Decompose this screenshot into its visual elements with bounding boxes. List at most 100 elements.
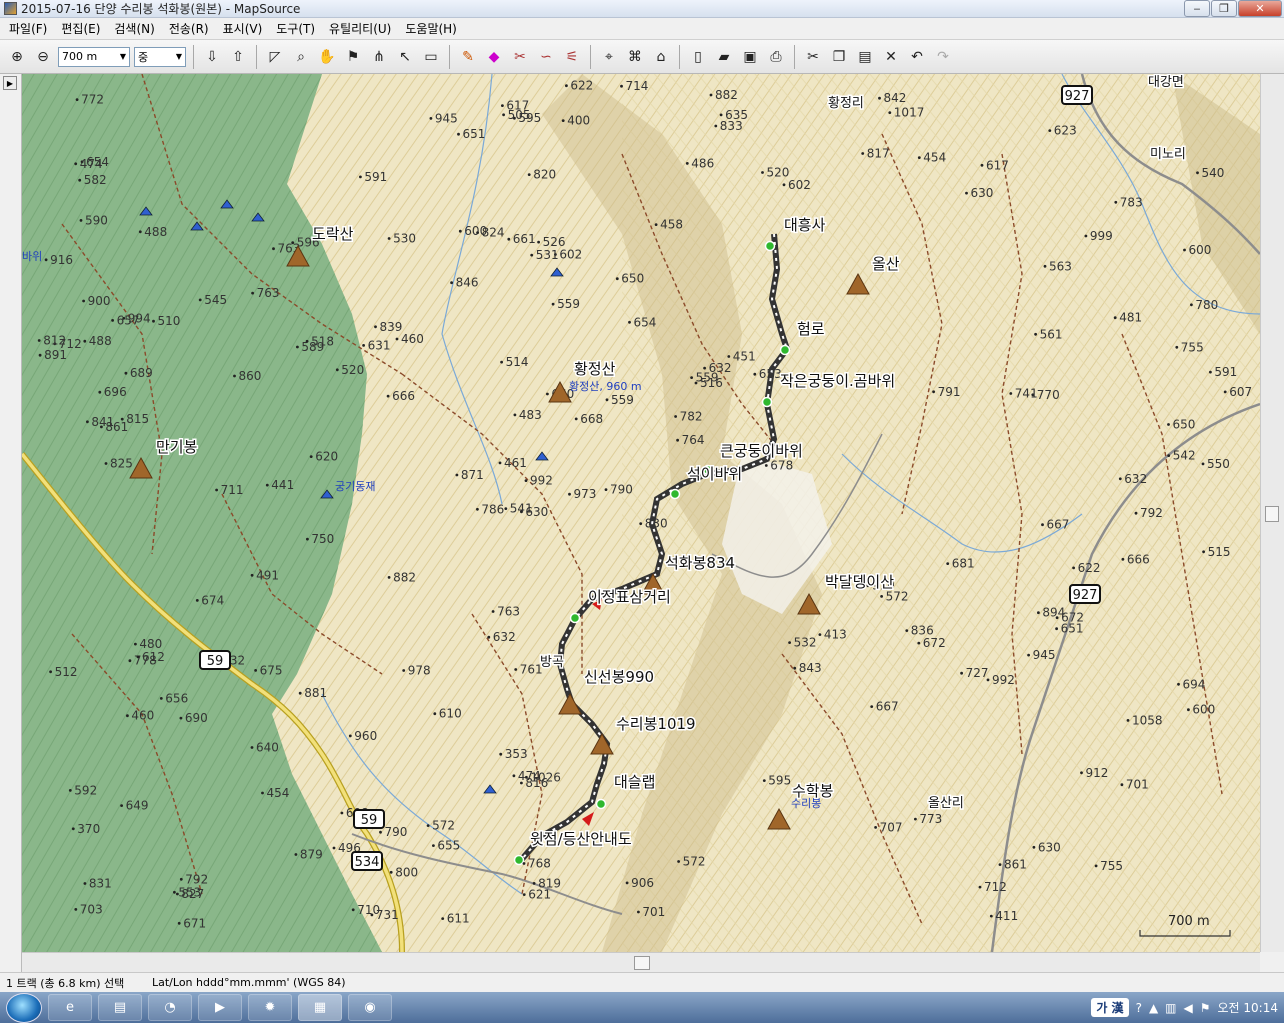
expand-panel-button[interactable]: ▶ xyxy=(3,76,17,90)
topographic-map[interactable]: 7558157837867926616546564603704545265165… xyxy=(22,74,1260,952)
spot-height-dot xyxy=(426,824,430,827)
app-icon[interactable]: ◔ xyxy=(148,994,192,1021)
start-button[interactable] xyxy=(6,992,42,1023)
new-icon[interactable]: ▯ xyxy=(687,46,709,68)
elevation-label: 411 xyxy=(995,909,1018,923)
pointer-icon[interactable]: ↖ xyxy=(394,46,416,68)
elevation-label: 650 xyxy=(1173,418,1196,432)
spot-height-dot xyxy=(359,175,362,179)
find-nearby-icon[interactable]: ⌘ xyxy=(624,46,646,68)
elevation-label: 540 xyxy=(1202,166,1225,180)
delete-icon[interactable]: ✕ xyxy=(880,46,902,68)
map-label-blue: 궁기동재 xyxy=(335,480,375,493)
volume-icon[interactable]: ◀ xyxy=(1184,1001,1193,1015)
elevation-label: 906 xyxy=(631,876,654,890)
menu-utilities[interactable]: 유틸리티(U) xyxy=(322,18,398,40)
menu-transfer[interactable]: 전송(R) xyxy=(162,18,216,40)
elevation-label: 891 xyxy=(44,348,67,362)
elevation-label: 461 xyxy=(504,456,527,470)
elevation-label: 973 xyxy=(574,487,597,501)
route-tool-icon[interactable]: ⋔ xyxy=(368,46,390,68)
receive-from-device-icon[interactable]: ⇩ xyxy=(201,46,223,68)
toolbar-separator xyxy=(590,44,591,69)
zoom-out-icon[interactable]: ⊖ xyxy=(32,46,54,68)
clock[interactable]: 오전 10:14 xyxy=(1218,999,1278,1016)
track-draw-icon[interactable]: ✎ xyxy=(457,46,479,68)
zoom-level-select[interactable]: 700 m ▼ xyxy=(58,46,130,67)
mapsource-icon[interactable]: ▦ xyxy=(298,994,342,1021)
spot-height-dot xyxy=(980,163,984,167)
elevation-label: 694 xyxy=(1183,677,1206,691)
select-icon[interactable]: ◸ xyxy=(264,46,286,68)
waypoint-tool-icon[interactable]: ⚑ xyxy=(342,46,364,68)
menu-file[interactable]: 파일(F) xyxy=(2,18,54,40)
elevation-label: 520 xyxy=(767,166,790,180)
elevation-label: 770 xyxy=(1037,388,1060,402)
menu-search[interactable]: 검색(N) xyxy=(107,18,161,40)
find-icon[interactable]: ⌖ xyxy=(598,46,620,68)
elevation-label: 610 xyxy=(439,707,462,721)
media-icon[interactable]: ▶ xyxy=(198,994,242,1021)
menu-view[interactable]: 표시(V) xyxy=(216,18,270,40)
send-to-device-icon[interactable]: ⇧ xyxy=(227,46,249,68)
vertical-scroll-thumb[interactable] xyxy=(1265,506,1279,522)
menu-edit[interactable]: 편집(E) xyxy=(54,18,107,40)
minimize-button[interactable]: ‒ xyxy=(1184,0,1210,17)
close-button[interactable]: ✕ xyxy=(1238,0,1282,17)
explorer-icon[interactable]: ▤ xyxy=(98,994,142,1021)
scale-label: 700 m xyxy=(1168,914,1210,929)
spot-height-dot xyxy=(917,641,921,645)
map-view[interactable]: 755 815 783 786 792 661 654 656 460 370 454 526 516 5… xyxy=(22,74,1260,952)
spot-height-dot xyxy=(1009,392,1013,395)
eraser-icon[interactable]: ◆ xyxy=(483,46,505,68)
menu-help[interactable]: 도움말(H) xyxy=(398,18,464,40)
elevation-label: 825 xyxy=(110,457,133,471)
zoom-tool-icon[interactable]: ⌕ xyxy=(290,46,312,68)
menu-tools[interactable]: 도구(T) xyxy=(269,18,322,40)
maximize-button[interactable]: ❐ xyxy=(1211,0,1237,17)
window-title: 2015-07-16 단양 수리봉 석화봉(원본) - MapSource xyxy=(21,2,301,16)
network-icon[interactable]: ▥ xyxy=(1165,1001,1176,1015)
zoom-in-icon[interactable]: ⊕ xyxy=(6,46,28,68)
horizontal-scrollbar[interactable] xyxy=(22,952,1260,972)
spot-height-dot xyxy=(98,390,102,394)
spot-height-dot xyxy=(639,522,643,525)
cut-icon[interactable]: ✂ xyxy=(802,46,824,68)
map-label-peak: 도락산 xyxy=(312,225,354,243)
ie-icon[interactable]: e xyxy=(48,994,92,1021)
hand-tool-icon[interactable]: ✋ xyxy=(316,46,338,68)
elevation-label: 655 xyxy=(437,839,460,853)
elevation-label: 812 xyxy=(43,334,66,348)
spot-height-dot xyxy=(512,774,516,778)
vertical-scrollbar[interactable] xyxy=(1260,74,1284,952)
elevation-label: 727 xyxy=(966,666,989,680)
show-hidden-icon[interactable]: ▲ xyxy=(1149,1001,1158,1015)
spot-height-dot xyxy=(395,337,399,341)
viewer-icon[interactable]: ◉ xyxy=(348,994,392,1021)
track-filter-icon[interactable]: ⚟ xyxy=(561,46,583,68)
redo-icon[interactable]: ↷ xyxy=(932,46,954,68)
ime-indicator[interactable]: 가 漢 xyxy=(1091,998,1129,1017)
measure-icon[interactable]: ▭ xyxy=(420,46,442,68)
elevation-label: 612 xyxy=(142,650,165,664)
settings-icon[interactable]: ✹ xyxy=(248,994,292,1021)
paste-icon[interactable]: ▤ xyxy=(854,46,876,68)
status-bar: 1 트랙 (총 6.8 km) 선택 Lat/Lon hddd°mm.mmm' … xyxy=(0,972,1284,992)
save-icon[interactable]: ▣ xyxy=(739,46,761,68)
horizontal-scroll-thumb[interactable] xyxy=(634,956,650,970)
flag-icon[interactable]: ⚑ xyxy=(1200,1001,1211,1015)
detail-level-select[interactable]: 중 ▼ xyxy=(134,46,186,67)
track-split-icon[interactable]: ✂ xyxy=(509,46,531,68)
print-icon[interactable]: ⎙ xyxy=(765,46,787,68)
undo-icon[interactable]: ↶ xyxy=(906,46,928,68)
elevation-label: 666 xyxy=(392,389,415,403)
open-icon[interactable]: ▰ xyxy=(713,46,735,68)
find-address-icon[interactable]: ⌂ xyxy=(650,46,672,68)
spot-height-dot xyxy=(250,573,254,577)
spot-height-dot xyxy=(1055,627,1058,631)
elevation-label: 681 xyxy=(952,557,975,571)
help-icon[interactable]: ? xyxy=(1136,1001,1142,1015)
track-join-icon[interactable]: ∽ xyxy=(535,46,557,68)
copy-icon[interactable]: ❐ xyxy=(828,46,850,68)
spot-height-dot xyxy=(637,910,640,914)
